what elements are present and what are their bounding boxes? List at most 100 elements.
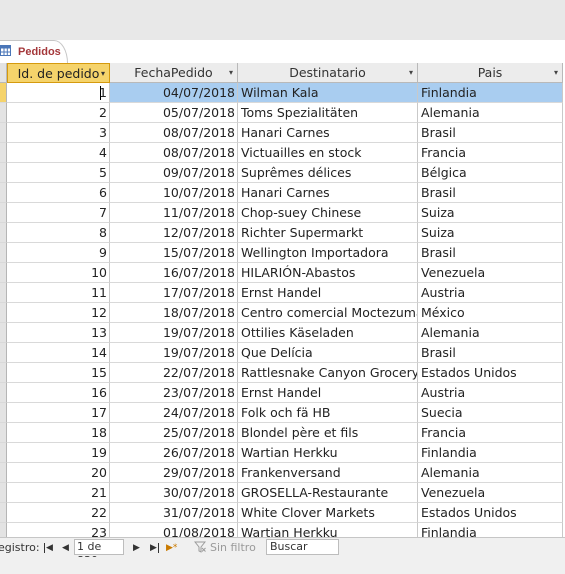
cell-fecha[interactable]: 04/07/2018	[110, 83, 238, 103]
cell-id[interactable]: 11	[7, 283, 110, 303]
row-selector[interactable]	[0, 323, 7, 343]
cell-fecha[interactable]: 10/07/2018	[110, 183, 238, 203]
cell-destinatario[interactable]: Ottilies Käseladen	[238, 323, 418, 343]
row-selector[interactable]	[0, 263, 7, 283]
cell-fecha[interactable]: 09/07/2018	[110, 163, 238, 183]
cell-destinatario[interactable]: Blondel père et fils	[238, 423, 418, 443]
row-selector[interactable]	[0, 183, 7, 203]
cell-pais[interactable]: Estados Unidos	[418, 503, 563, 523]
cell-id[interactable]: 2	[7, 103, 110, 123]
cell-destinatario[interactable]: Hanari Carnes	[238, 183, 418, 203]
cell-fecha[interactable]: 23/07/2018	[110, 383, 238, 403]
row-selector[interactable]	[0, 103, 7, 123]
row-selector[interactable]	[0, 523, 7, 537]
cell-fecha[interactable]: 05/07/2018	[110, 103, 238, 123]
first-record-icon[interactable]: ◀	[44, 541, 53, 555]
table-row[interactable]: 21 30/07/2018 GROSELLA-Restaurante Venezuel…	[0, 483, 565, 503]
cell-destinatario[interactable]: Frankenversand	[238, 463, 418, 483]
cell-fecha[interactable]: 08/07/2018	[110, 143, 238, 163]
cell-pais[interactable]: Suiza	[418, 223, 563, 243]
tab-pedidos[interactable]: Pedidos	[0, 40, 68, 64]
cell-destinatario[interactable]: Richter Supermarkt	[238, 223, 418, 243]
table-row[interactable]: 15 22/07/2018 Rattlesnake Canyon Grocery Es…	[0, 363, 565, 383]
cell-fecha[interactable]: 29/07/2018	[110, 463, 238, 483]
cell-destinatario[interactable]: Toms Spezialitäten	[238, 103, 418, 123]
cell-id[interactable]: 20	[7, 463, 110, 483]
table-row[interactable]: 18 25/07/2018 Blondel père et fils Francia	[0, 423, 565, 443]
row-selector[interactable]	[0, 443, 7, 463]
cell-pais[interactable]: Venezuela	[418, 263, 563, 283]
cell-pais[interactable]: México	[418, 303, 563, 323]
cell-destinatario[interactable]: Suprêmes délices	[238, 163, 418, 183]
cell-fecha[interactable]: 18/07/2018	[110, 303, 238, 323]
row-selector[interactable]	[0, 483, 7, 503]
row-selector[interactable]	[0, 423, 7, 443]
cell-id[interactable]: 21	[7, 483, 110, 503]
new-record-icon[interactable]: ▶*	[166, 541, 177, 555]
search-input[interactable]: Buscar	[266, 539, 339, 555]
cell-destinatario[interactable]: Victuailles en stock	[238, 143, 418, 163]
column-header-fecha[interactable]: FechaPedido ▾	[110, 63, 238, 83]
cell-destinatario[interactable]: Que Delícia	[238, 343, 418, 363]
cell-pais[interactable]: Bélgica	[418, 163, 563, 183]
cell-pais[interactable]: Finlandia	[418, 523, 563, 537]
cell-id[interactable]: 17	[7, 403, 110, 423]
row-selector[interactable]	[0, 283, 7, 303]
filter-status[interactable]: Sin filtro	[210, 541, 256, 554]
table-row[interactable]: 16 23/07/2018 Ernst Handel Austria	[0, 383, 565, 403]
cell-fecha[interactable]: 24/07/2018	[110, 403, 238, 423]
row-selector[interactable]	[0, 303, 7, 323]
cell-destinatario[interactable]: Wilman Kala	[238, 83, 418, 103]
cell-destinatario[interactable]: Rattlesnake Canyon Grocery	[238, 363, 418, 383]
cell-pais[interactable]: Alemania	[418, 103, 563, 123]
cell-destinatario[interactable]: Wartian Herkku	[238, 443, 418, 463]
cell-id[interactable]: 6	[7, 183, 110, 203]
table-row[interactable]: 5 09/07/2018 Suprêmes délices Bélgica	[0, 163, 565, 183]
row-selector[interactable]	[0, 383, 7, 403]
table-row[interactable]: 1 04/07/2018 Wilman Kala Finlandia	[0, 83, 565, 103]
cell-pais[interactable]: Brasil	[418, 183, 563, 203]
table-row[interactable]: 2 05/07/2018 Toms Spezialitäten Alemania	[0, 103, 565, 123]
table-row[interactable]: 6 10/07/2018 Hanari Carnes Brasil	[0, 183, 565, 203]
cell-fecha[interactable]: 16/07/2018	[110, 263, 238, 283]
prev-record-icon[interactable]: ◀	[62, 541, 69, 555]
cell-fecha[interactable]: 17/07/2018	[110, 283, 238, 303]
cell-pais[interactable]: Brasil	[418, 243, 563, 263]
table-row[interactable]: 7 11/07/2018 Chop-suey Chinese Suiza	[0, 203, 565, 223]
cell-destinatario[interactable]: Ernst Handel	[238, 283, 418, 303]
row-selector[interactable]	[0, 203, 7, 223]
cell-fecha[interactable]: 19/07/2018	[110, 343, 238, 363]
cell-fecha[interactable]: 01/08/2018	[110, 523, 238, 537]
cell-id[interactable]: 15	[7, 363, 110, 383]
table-row[interactable]: 10 16/07/2018 HILARIÓN-Abastos Venezuela	[0, 263, 565, 283]
select-all-corner[interactable]	[0, 63, 7, 83]
table-row[interactable]: 9 15/07/2018 Wellington Importadora Brasil	[0, 243, 565, 263]
column-header-pais[interactable]: Pais ▾	[418, 63, 563, 83]
row-selector[interactable]	[0, 163, 7, 183]
cell-id[interactable]: 12	[7, 303, 110, 323]
cell-destinatario[interactable]: Ernst Handel	[238, 383, 418, 403]
cell-id[interactable]: 3	[7, 123, 110, 143]
table-row[interactable]: 22 31/07/2018 White Clover Markets Estados …	[0, 503, 565, 523]
column-header-destinatario[interactable]: Destinatario ▾	[238, 63, 418, 83]
record-position-field[interactable]: 1 de 830	[74, 539, 124, 567]
cell-destinatario[interactable]: Folk och fä HB	[238, 403, 418, 423]
row-selector[interactable]	[0, 403, 7, 423]
next-record-icon[interactable]: ▶	[133, 541, 140, 555]
cell-destinatario[interactable]: Hanari Carnes	[238, 123, 418, 143]
cell-id[interactable]: 5	[7, 163, 110, 183]
cell-id[interactable]: 16	[7, 383, 110, 403]
cell-id[interactable]: 1	[7, 83, 110, 103]
cell-pais[interactable]: Alemania	[418, 463, 563, 483]
chevron-down-icon[interactable]: ▾	[229, 63, 233, 82]
row-selector[interactable]	[0, 123, 7, 143]
cell-id[interactable]: 18	[7, 423, 110, 443]
row-selector[interactable]	[0, 143, 7, 163]
row-selector[interactable]	[0, 463, 7, 483]
column-header-id[interactable]: Id. de pedido ▾	[7, 63, 110, 83]
cell-pais[interactable]: Francia	[418, 423, 563, 443]
table-row[interactable]: 19 26/07/2018 Wartian Herkku Finlandia	[0, 443, 565, 463]
cell-destinatario[interactable]: White Clover Markets	[238, 503, 418, 523]
table-row[interactable]: 4 08/07/2018 Victuailles en stock Francia	[0, 143, 565, 163]
cell-fecha[interactable]: 31/07/2018	[110, 503, 238, 523]
